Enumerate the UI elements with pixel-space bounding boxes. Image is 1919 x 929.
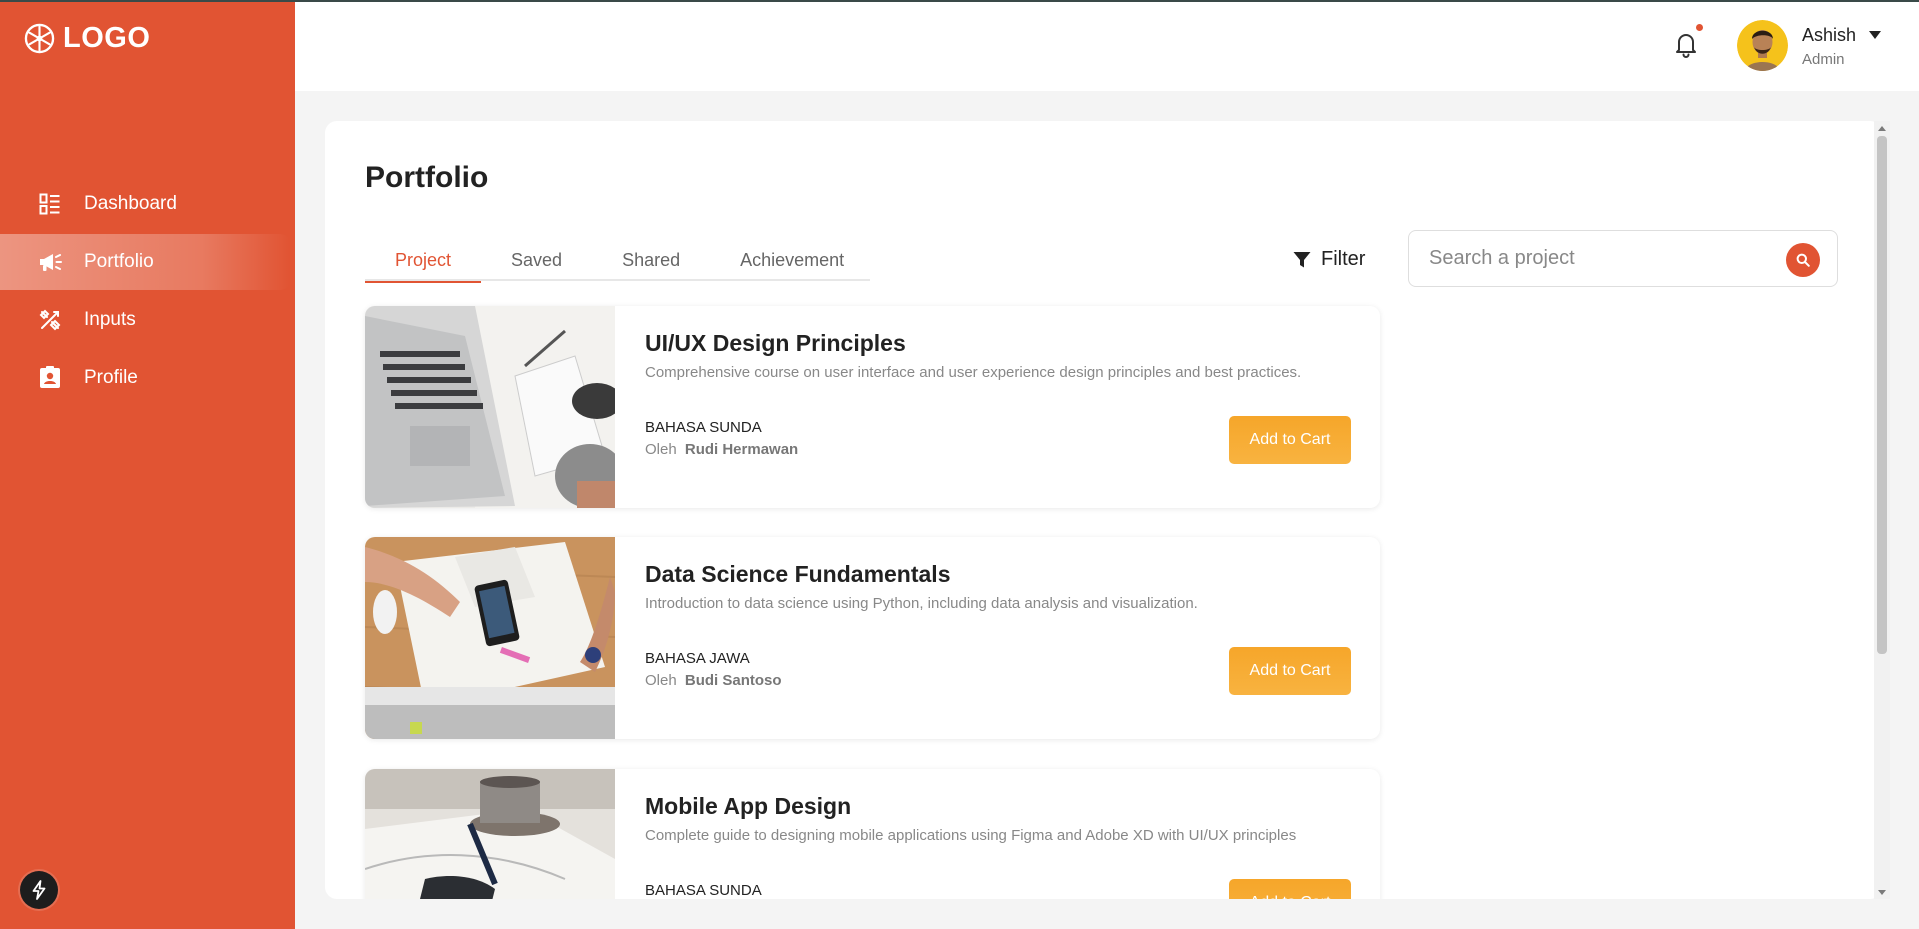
notification-badge bbox=[1696, 24, 1703, 31]
sidebar-item-label: Portfolio bbox=[84, 251, 154, 272]
portfolio-tabs: Project Saved Shared Achievement bbox=[365, 239, 870, 283]
sidebar-item-label: Profile bbox=[84, 367, 138, 388]
course-description: Introduction to data science using Pytho… bbox=[645, 595, 1198, 612]
sidebar-item-dashboard[interactable]: Dashboard bbox=[0, 176, 295, 232]
sidebar: LOGO Dashboard Portfolio Inputs Profile bbox=[0, 0, 295, 929]
tab-shared[interactable]: Shared bbox=[592, 239, 710, 281]
scroll-down-arrow-icon[interactable] bbox=[1878, 890, 1886, 895]
id-card-icon bbox=[38, 366, 62, 390]
sidebar-item-profile[interactable]: Profile bbox=[0, 350, 295, 406]
filter-label: Filter bbox=[1321, 248, 1366, 270]
logo-text: LOGO bbox=[63, 22, 151, 54]
search-input[interactable] bbox=[1409, 231, 1779, 286]
add-to-cart-button[interactable]: Add to Cart bbox=[1229, 416, 1351, 464]
course-author: Budi Santoso bbox=[684, 672, 782, 689]
course-card: Data Science Fundamentals Introduction t… bbox=[365, 537, 1380, 739]
sidebar-item-label: Dashboard bbox=[84, 193, 177, 214]
sidebar-item-inputs[interactable]: Inputs bbox=[0, 292, 295, 348]
tab-achievement[interactable]: Achievement bbox=[710, 239, 874, 281]
sidebar-item-portfolio[interactable]: Portfolio bbox=[0, 234, 290, 290]
course-card: UI/UX Design Principles Comprehensive co… bbox=[365, 306, 1380, 508]
tab-saved[interactable]: Saved bbox=[481, 239, 592, 281]
quick-action-button[interactable] bbox=[20, 871, 58, 909]
course-thumbnail-coffee[interactable] bbox=[365, 769, 615, 899]
page-title: Portfolio bbox=[365, 161, 489, 194]
add-to-cart-button[interactable]: Add to Cart bbox=[1229, 879, 1351, 899]
logo-icon bbox=[24, 23, 55, 54]
course-title[interactable]: UI/UX Design Principles bbox=[645, 330, 906, 357]
course-thumbnail-laptop[interactable] bbox=[365, 306, 615, 508]
course-thumbnail-desk[interactable] bbox=[365, 537, 615, 739]
dashboard-icon bbox=[38, 192, 62, 216]
course-author: Rudi Hermawan bbox=[684, 441, 799, 458]
search-box bbox=[1408, 230, 1838, 287]
avatar[interactable] bbox=[1737, 20, 1788, 71]
portfolio-panel: Portfolio Project Saved Shared Achieveme… bbox=[325, 121, 1882, 899]
course-byline: Oleh Budi Santoso bbox=[645, 672, 782, 689]
bell-icon[interactable] bbox=[1670, 28, 1702, 60]
chevron-down-icon[interactable] bbox=[1868, 30, 1882, 40]
add-to-cart-button[interactable]: Add to Cart bbox=[1229, 647, 1351, 695]
sidebar-nav: Dashboard Portfolio Inputs Profile bbox=[0, 176, 295, 408]
scroll-up-arrow-icon[interactable] bbox=[1878, 126, 1886, 131]
course-language: BAHASA SUNDA bbox=[645, 419, 762, 436]
course-description: Complete guide to designing mobile appli… bbox=[645, 827, 1297, 844]
user-role: Admin bbox=[1802, 51, 1845, 68]
user-name[interactable]: Ashish bbox=[1802, 25, 1856, 46]
tab-project[interactable]: Project bbox=[365, 239, 482, 283]
search-icon bbox=[1796, 253, 1810, 267]
course-title[interactable]: Mobile App Design bbox=[645, 793, 851, 820]
scrollbar-thumb[interactable] bbox=[1877, 136, 1887, 654]
search-button[interactable] bbox=[1786, 243, 1820, 277]
byline-prefix: Oleh bbox=[645, 441, 677, 458]
logo[interactable]: LOGO bbox=[24, 22, 150, 55]
course-byline: Oleh Rudi Hermawan bbox=[645, 441, 798, 458]
course-title[interactable]: Data Science Fundamentals bbox=[645, 561, 951, 588]
filter-button[interactable]: Filter bbox=[1293, 248, 1365, 271]
byline-prefix: Oleh bbox=[645, 672, 677, 689]
window-top-border bbox=[0, 0, 1919, 2]
bolt-icon bbox=[32, 880, 46, 900]
megaphone-icon bbox=[38, 250, 62, 274]
course-description: Comprehensive course on user interface a… bbox=[645, 364, 1302, 381]
sidebar-item-label: Inputs bbox=[84, 309, 136, 330]
course-language: BAHASA JAWA bbox=[645, 650, 750, 667]
course-language: BAHASA SUNDA bbox=[645, 882, 762, 899]
filter-icon bbox=[1293, 251, 1311, 267]
tools-icon bbox=[38, 308, 62, 332]
course-card: Mobile App Design Complete guide to desi… bbox=[365, 769, 1380, 899]
